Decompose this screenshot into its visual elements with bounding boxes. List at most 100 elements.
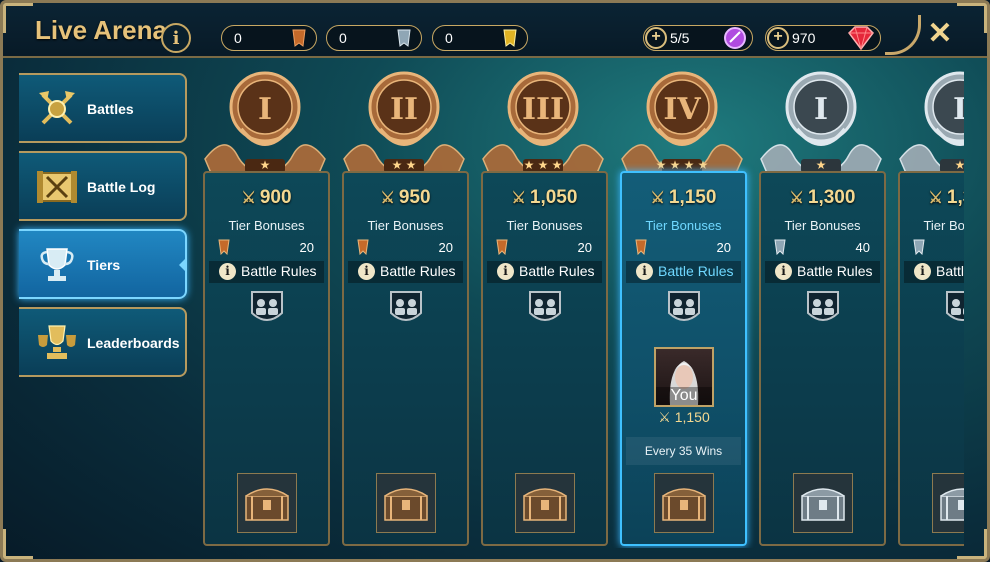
- bronze-token-icon: [288, 27, 310, 54]
- add-refill-button[interactable]: +: [645, 27, 667, 49]
- tier-bonus-row: 20: [217, 239, 314, 257]
- add-gems-button[interactable]: +: [767, 27, 789, 49]
- tier-points: ⚔ 1,050: [483, 187, 606, 209]
- tier-points: ⚔ 950: [344, 187, 467, 209]
- tier-bonus-row: 40: [912, 239, 964, 257]
- gem-value: 970: [792, 30, 816, 46]
- battle-rules-label: Battle Rules: [241, 263, 317, 279]
- info-icon[interactable]: i: [161, 23, 191, 53]
- reward-chest-icon[interactable]: [793, 473, 853, 533]
- page-title: Live Arena: [35, 15, 167, 45]
- info-icon: i: [219, 263, 236, 280]
- svg-text:★: ★: [552, 158, 563, 172]
- battle-rules-button[interactable]: i Battle Rules: [487, 261, 602, 283]
- tier-bonuses-label[interactable]: Tier Bonuses: [761, 218, 884, 233]
- tier-bonuses-label[interactable]: Tier Bonuses: [900, 218, 964, 233]
- tier-card[interactable]: ⚔1,350 Tier Bonuses 40 i Battle Rules: [898, 171, 964, 546]
- team-shield-icon[interactable]: [388, 289, 424, 329]
- tier-list[interactable]: I ★ ⚔900 Tier Bonuses 20 i Battle Rules: [199, 63, 964, 548]
- info-icon: i: [775, 263, 792, 280]
- gem-counter[interactable]: + 970: [765, 25, 881, 51]
- tier-bonuses-label[interactable]: Tier Bonuses: [622, 218, 745, 233]
- refill-value: 5/5: [670, 30, 690, 46]
- battle-rules-button[interactable]: i Battle Rules: [348, 261, 463, 283]
- team-shield-icon[interactable]: [527, 289, 563, 329]
- svg-text:★: ★: [684, 158, 695, 172]
- battle-rules-label: Battle Rules: [658, 263, 734, 279]
- trophy-icon: [35, 245, 79, 285]
- crossed-axes-icon: [35, 89, 79, 129]
- bronze-token-icon: [496, 239, 508, 256]
- bronze-token-value: 0: [234, 30, 242, 46]
- crossed-swords-icon: ⚔: [511, 190, 526, 207]
- tier-points: ⚔ 1,150: [622, 187, 745, 209]
- ruby-gem-icon: [846, 24, 876, 59]
- reward-chest-icon[interactable]: [932, 473, 964, 533]
- tier-points-value: 1,350: [946, 187, 964, 208]
- tier-card[interactable]: ⚔ 1,150 Tier Bonuses 20 i Battle Rules Yo…: [620, 171, 747, 546]
- player-marker: You ⚔ 1,150: [652, 347, 716, 426]
- team-shield-icon[interactable]: [666, 289, 702, 329]
- reward-chest-icon[interactable]: [515, 473, 575, 533]
- reward-chest-icon[interactable]: [376, 473, 436, 533]
- battle-rules-label: Battle Rules: [797, 263, 873, 279]
- battle-rules-label: Battle Rules: [936, 263, 964, 279]
- tier-card[interactable]: ⚔ 900 Tier Bonuses 20 i Battle Rules: [203, 171, 330, 546]
- team-shield-icon[interactable]: [249, 289, 285, 329]
- reward-chest-icon[interactable]: [654, 473, 714, 533]
- tier-numeral: I: [953, 92, 964, 127]
- trophies-icon: [35, 323, 79, 363]
- svg-text:★: ★: [538, 158, 549, 172]
- battle-rules-label: Battle Rules: [519, 263, 595, 279]
- tier-points-value: 950: [398, 187, 431, 208]
- sidebar-item-tiers[interactable]: Tiers: [19, 229, 187, 299]
- tier-card[interactable]: ⚔ 1,300 Tier Bonuses 40 i Battle Rules: [759, 171, 886, 546]
- battle-rules-button[interactable]: i Battle Rules: [209, 261, 324, 283]
- top-bar: Live Arena i 0 0 0 + 5/5 + 970 ✕: [3, 3, 987, 58]
- tier-card[interactable]: ⚔ 950 Tier Bonuses 20 i Battle Rules: [342, 171, 469, 546]
- refill-counter[interactable]: + 5/5: [643, 25, 753, 51]
- frame-corner-ornament: [957, 3, 987, 33]
- frame-corner-ornament: [957, 529, 987, 559]
- tier-bonuses-label[interactable]: Tier Bonuses: [205, 218, 328, 233]
- gold-token-value: 0: [445, 30, 453, 46]
- tier-bonus-value: 20: [716, 240, 731, 255]
- sidebar-item-label: Leaderboards: [87, 335, 180, 351]
- battle-rules-button[interactable]: i Battle Rules: [765, 261, 880, 283]
- scroll-icon: [35, 167, 79, 207]
- player-points: ⚔ 1,150: [652, 409, 716, 426]
- tier-numeral: III: [522, 92, 564, 127]
- refill-crystal-icon: [722, 24, 748, 59]
- reward-chest-icon[interactable]: [237, 473, 297, 533]
- sidebar-item-label: Battles: [87, 101, 134, 117]
- battle-rules-button[interactable]: i Battle Rules: [626, 261, 741, 283]
- crossed-swords-icon: ⚔: [928, 190, 943, 207]
- gold-token-counter: 0: [432, 25, 528, 51]
- svg-text:★: ★: [955, 158, 964, 172]
- tier-points: ⚔ 900: [205, 187, 328, 209]
- close-button[interactable]: ✕: [925, 19, 955, 49]
- team-shield-icon[interactable]: [944, 289, 964, 329]
- info-icon: i: [497, 263, 514, 280]
- crossed-swords-icon: ⚔: [241, 190, 256, 207]
- tier-bonus-value: 20: [438, 240, 453, 255]
- tier-bonus-value: 20: [299, 240, 314, 255]
- svg-text:★: ★: [698, 158, 709, 172]
- sidebar-item-leaderboards[interactable]: Leaderboards: [19, 307, 187, 377]
- player-label: You: [656, 387, 712, 405]
- sidebar-item-battles[interactable]: Battles: [19, 73, 187, 143]
- tier-bonuses-label[interactable]: Tier Bonuses: [483, 218, 606, 233]
- battle-rules-label: Battle Rules: [380, 263, 456, 279]
- battle-rules-button[interactable]: i Battle Rules: [904, 261, 964, 283]
- sidebar-item-battle-log[interactable]: Battle Log: [19, 151, 187, 221]
- silver-token-counter: 0: [326, 25, 422, 51]
- tier-points-value: 900: [259, 187, 292, 208]
- tier-bonus-row: 40: [773, 239, 870, 257]
- crossed-swords-icon: ⚔: [658, 409, 675, 425]
- tier-card[interactable]: ⚔ 1,050 Tier Bonuses 20 i Battle Rules: [481, 171, 608, 546]
- tier-numeral: I: [258, 92, 272, 127]
- tier-bonuses-label[interactable]: Tier Bonuses: [344, 218, 467, 233]
- svg-text:★: ★: [260, 158, 271, 172]
- tier-points-value: 1,050: [529, 187, 578, 208]
- team-shield-icon[interactable]: [805, 289, 841, 329]
